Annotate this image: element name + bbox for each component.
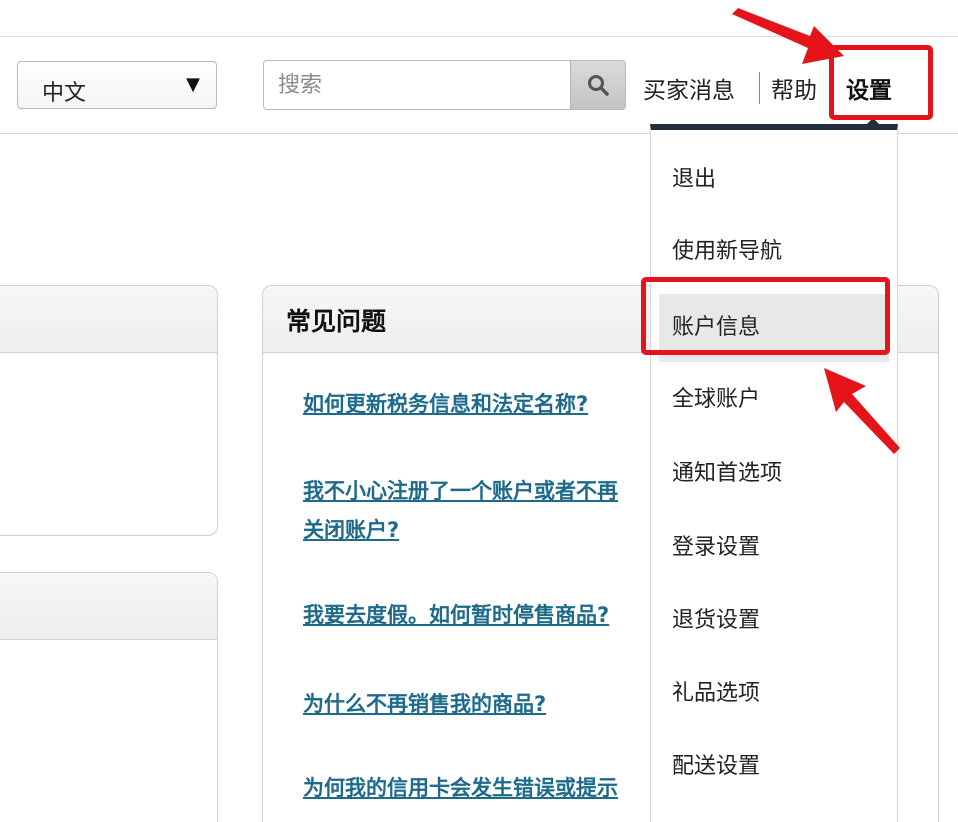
annotation-box-account-info <box>641 277 890 355</box>
nav-buyer-messages[interactable]: 买家消息 <box>643 71 735 105</box>
search-box <box>263 60 626 110</box>
menu-item-logout[interactable]: 退出 <box>651 146 897 214</box>
left-card-top-header <box>0 286 217 353</box>
faq-link-not-selling[interactable]: 为什么不再销售我的商品? <box>303 684 546 724</box>
search-input[interactable] <box>264 61 570 109</box>
nav-separator <box>759 72 760 104</box>
faq-title: 常见问题 <box>286 307 387 336</box>
faq-link-vacation[interactable]: 我要去度假。如何暂时停售商品? <box>303 595 609 635</box>
menu-item-gift-options[interactable]: 礼品选项 <box>651 660 897 728</box>
caret-down-icon: ▼ <box>186 74 200 95</box>
faq-link-tax-info[interactable]: 如何更新税务信息和法定名称? <box>303 384 588 424</box>
nav-help[interactable]: 帮助 <box>771 71 817 105</box>
annotation-arrow-bottom-icon <box>824 368 900 454</box>
faq-link-credit-card-error[interactable]: 为何我的信用卡会发生错误或提示 <box>303 768 618 808</box>
menu-item-return-settings[interactable]: 退货设置 <box>651 587 897 655</box>
left-card-bottom-header <box>0 573 217 640</box>
annotation-arrow-top-icon <box>732 8 844 64</box>
search-button[interactable] <box>570 61 625 109</box>
language-value: 中文 <box>42 81 87 106</box>
left-card-bottom <box>0 572 218 822</box>
settings-dropdown-menu: 退出 使用新导航 账户信息 全球账户 通知首选项 登录设置 退货设置 礼品选项 … <box>650 124 898 822</box>
left-card-top <box>0 285 218 536</box>
menu-item-new-navigation[interactable]: 使用新导航 <box>651 218 897 286</box>
language-select[interactable]: 中文 ▼ <box>17 61 217 109</box>
menu-item-login-settings[interactable]: 登录设置 <box>651 514 897 582</box>
menu-item-shipping-settings[interactable]: 配送设置 <box>651 733 897 801</box>
search-icon <box>588 75 609 96</box>
faq-link-close-account[interactable]: 关闭账户? <box>303 510 399 550</box>
faq-link-accidental-account[interactable]: 我不小心注册了一个账户或者不再 <box>303 471 618 511</box>
page: 中文 ▼ 买家消息 帮助 设置 常见问题 如何更新税务信息和法定名称? <box>0 0 958 822</box>
